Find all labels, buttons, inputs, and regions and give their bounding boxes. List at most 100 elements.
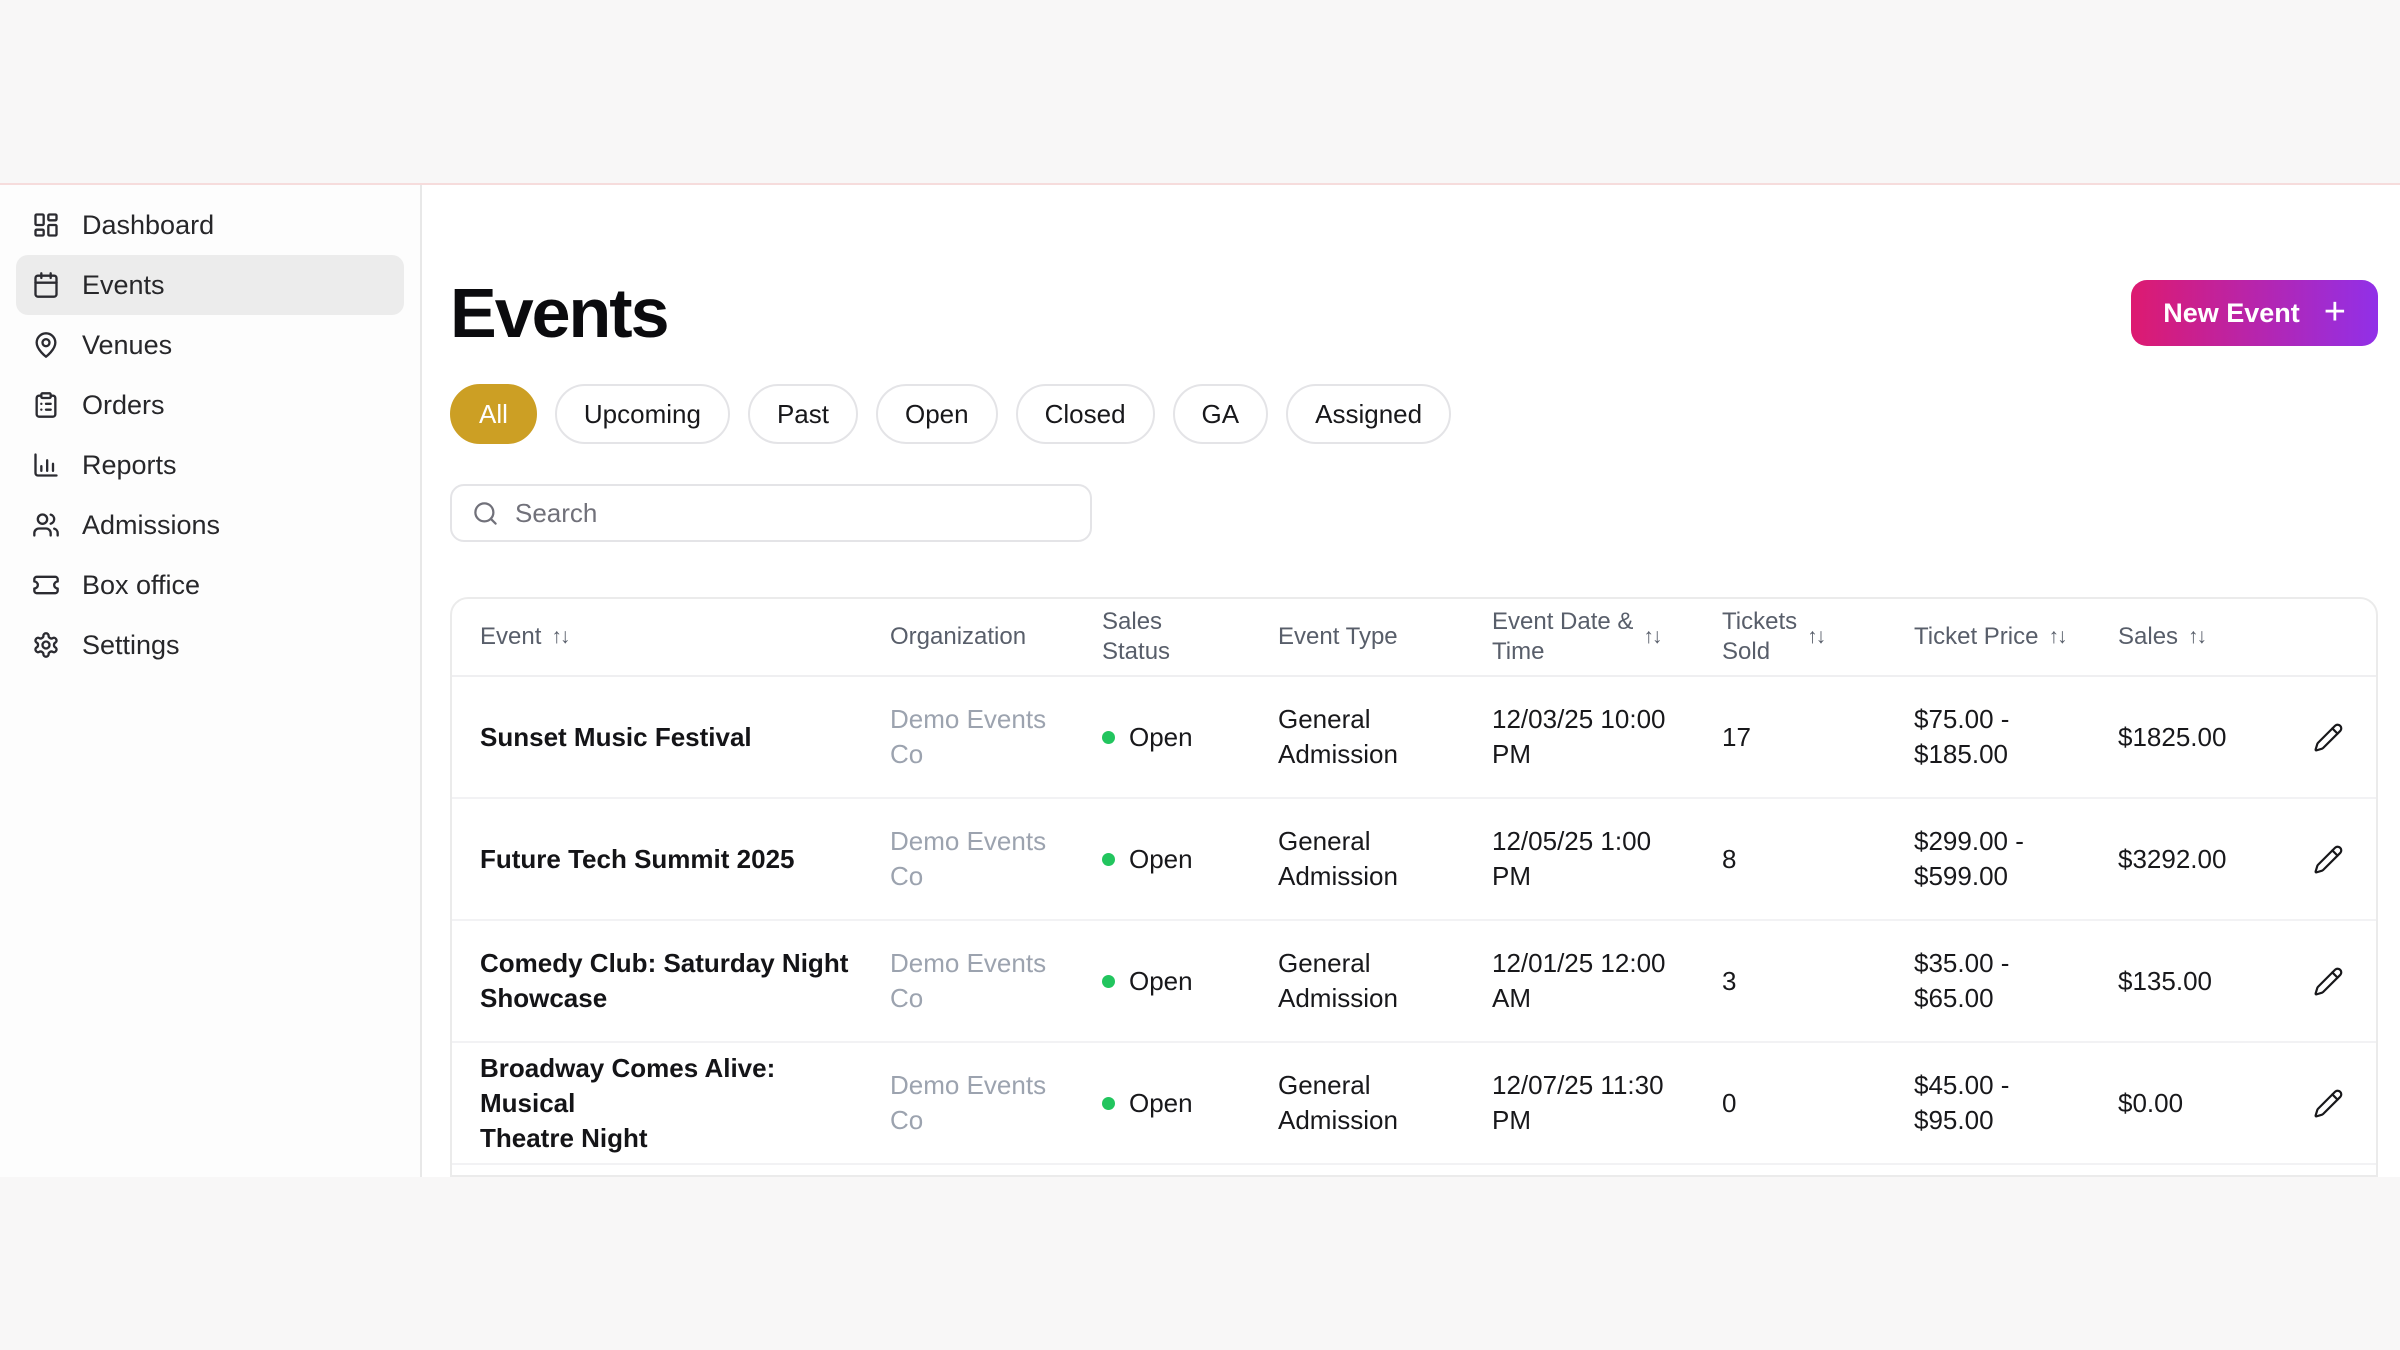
pencil-icon: [2314, 1089, 2342, 1117]
cell-organization: Demo Events Co: [890, 704, 1047, 769]
filter-chip-all[interactable]: All: [450, 384, 537, 444]
column-header-ticket-price[interactable]: Ticket Price ↑↓: [1914, 622, 2118, 652]
table-row[interactable]: Comedy Club: Saturday Night Showcase Dem…: [452, 921, 2376, 1043]
status-label: Open: [1129, 1087, 1193, 1118]
column-header-event[interactable]: Event ↑↓: [452, 622, 890, 652]
sidebar-item-box-office[interactable]: Box office: [16, 555, 404, 615]
sidebar-item-admissions[interactable]: Admissions: [16, 495, 404, 555]
filter-chip-open[interactable]: Open: [876, 384, 998, 444]
ticket-icon: [32, 571, 60, 599]
status-dot: [1102, 730, 1115, 744]
app-panel: Dashboard Events Venues Orders Reports A…: [0, 185, 2400, 1177]
cell-date-time: 12/07/25 11:30 PM: [1492, 1070, 1664, 1135]
status-label: Open: [1129, 965, 1193, 996]
pencil-icon: [2314, 967, 2342, 995]
plus-icon: +: [2323, 290, 2346, 333]
cell-sales: $1825.00: [2118, 721, 2227, 752]
cell-event-name: Future Tech Summit 2025: [480, 843, 795, 874]
cell-tickets-sold: 8: [1722, 843, 1737, 874]
edit-event-button[interactable]: [2309, 703, 2348, 772]
events-table: Event ↑↓ Organization Sales Status Event…: [450, 597, 2378, 1177]
status-dot: [1102, 852, 1115, 866]
cell-organization: Demo Events Co: [890, 948, 1047, 1013]
dashboard-icon: [32, 211, 60, 239]
filter-chip-upcoming[interactable]: Upcoming: [554, 384, 730, 444]
search-input[interactable]: [515, 497, 1070, 529]
status-dot: [1102, 974, 1115, 988]
cell-ticket-price: $75.00 - $185.00: [1914, 704, 2010, 769]
cell-tickets-sold: 0: [1722, 1087, 1737, 1118]
filter-chip-past[interactable]: Past: [747, 384, 858, 444]
sidebar: Dashboard Events Venues Orders Reports A…: [0, 185, 422, 1177]
cell-event-name: Broadway Comes Alive: Musical Theatre Ni…: [480, 1052, 776, 1153]
search-icon: [474, 501, 497, 525]
column-header-date-time[interactable]: Event Date & Time ↑↓: [1492, 607, 1722, 667]
filter-chips: All Upcoming Past Open Closed GA Assigne…: [450, 384, 2378, 444]
column-header-sales-status: Sales Status: [1102, 608, 1171, 665]
map-pin-icon: [32, 331, 60, 359]
cell-sales: $135.00: [2118, 965, 2212, 996]
sidebar-item-events[interactable]: Events: [16, 255, 404, 315]
new-event-label: New Event: [2163, 297, 2300, 328]
page-title: Events: [450, 274, 670, 352]
cell-ticket-price: $299.00 - $599.00: [1914, 826, 2024, 891]
cell-date-time: 12/01/25 12:00 AM: [1492, 948, 1666, 1013]
table-row[interactable]: Broadway Comes Alive: Musical Theatre Ni…: [452, 1043, 2376, 1165]
sidebar-item-settings[interactable]: Settings: [16, 615, 404, 675]
pencil-icon: [2314, 723, 2342, 751]
filter-chip-assigned[interactable]: Assigned: [1286, 384, 1452, 444]
sidebar-item-label: Dashboard: [82, 209, 215, 240]
sidebar-item-venues[interactable]: Venues: [16, 315, 404, 375]
cell-event-type: General Admission: [1278, 948, 1398, 1013]
sidebar-item-label: Admissions: [82, 509, 221, 540]
column-header-tickets-sold[interactable]: Tickets Sold ↑↓: [1722, 607, 1914, 667]
cell-sales-status: Open: [1102, 720, 1278, 755]
table-row[interactable]: Sunset Music Festival Demo Events Co Ope…: [452, 677, 2376, 799]
sidebar-item-reports[interactable]: Reports: [16, 435, 404, 495]
cell-organization: Demo Events Co: [890, 1070, 1047, 1135]
cell-tickets-sold: 17: [1722, 721, 1751, 752]
cell-sales: $0.00: [2118, 1087, 2184, 1118]
cell-organization: Demo Events Co: [890, 826, 1047, 891]
main-content: Events New Event + All Upcoming Past Ope…: [422, 185, 2400, 1177]
cell-tickets-sold: 3: [1722, 965, 1737, 996]
column-header-organization: Organization: [890, 623, 1027, 650]
sidebar-item-label: Box office: [82, 569, 201, 600]
edit-event-button[interactable]: [2309, 1069, 2348, 1138]
status-label: Open: [1129, 843, 1193, 874]
sort-icon: ↑↓: [1807, 625, 1826, 648]
users-icon: [32, 511, 60, 539]
edit-event-button[interactable]: [2309, 825, 2348, 894]
cell-event-name: Comedy Club: Saturday Night Showcase: [480, 948, 849, 1013]
sort-icon: ↑↓: [551, 625, 570, 648]
sidebar-item-orders[interactable]: Orders: [16, 375, 404, 435]
cell-actions: [2300, 825, 2376, 894]
sort-icon: ↑↓: [1643, 625, 1662, 648]
cell-ticket-price: $35.00 - $65.00: [1914, 948, 2010, 1013]
sidebar-item-label: Orders: [82, 389, 165, 420]
cell-actions: [2300, 1069, 2376, 1138]
cell-sales-status: Open: [1102, 1086, 1278, 1121]
column-header-sales[interactable]: Sales ↑↓: [2118, 622, 2300, 652]
cell-actions: [2300, 703, 2376, 772]
clipboard-icon: [32, 391, 60, 419]
filter-chip-ga[interactable]: GA: [1172, 384, 1269, 444]
edit-event-button[interactable]: [2309, 947, 2348, 1016]
gear-icon: [32, 631, 60, 659]
sort-icon: ↑↓: [2188, 625, 2207, 648]
pencil-icon: [2314, 845, 2342, 873]
column-header-event-type: Event Type: [1278, 623, 1398, 650]
cell-event-type: General Admission: [1278, 1070, 1398, 1135]
cell-sales-status: Open: [1102, 964, 1278, 999]
sort-icon: ↑↓: [2048, 625, 2067, 648]
table-header-row: Event ↑↓ Organization Sales Status Event…: [452, 599, 2376, 677]
cell-date-time: 12/05/25 1:00 PM: [1492, 826, 1652, 891]
new-event-button[interactable]: New Event +: [2131, 280, 2378, 346]
sidebar-item-dashboard[interactable]: Dashboard: [16, 195, 404, 255]
table-row[interactable]: Future Tech Summit 2025 Demo Events Co O…: [452, 799, 2376, 921]
cell-ticket-price: $45.00 - $95.00: [1914, 1070, 2010, 1135]
sidebar-item-label: Venues: [82, 329, 173, 360]
sidebar-item-label: Settings: [82, 629, 180, 660]
cell-sales: $3292.00: [2118, 843, 2227, 874]
filter-chip-closed[interactable]: Closed: [1015, 384, 1155, 444]
